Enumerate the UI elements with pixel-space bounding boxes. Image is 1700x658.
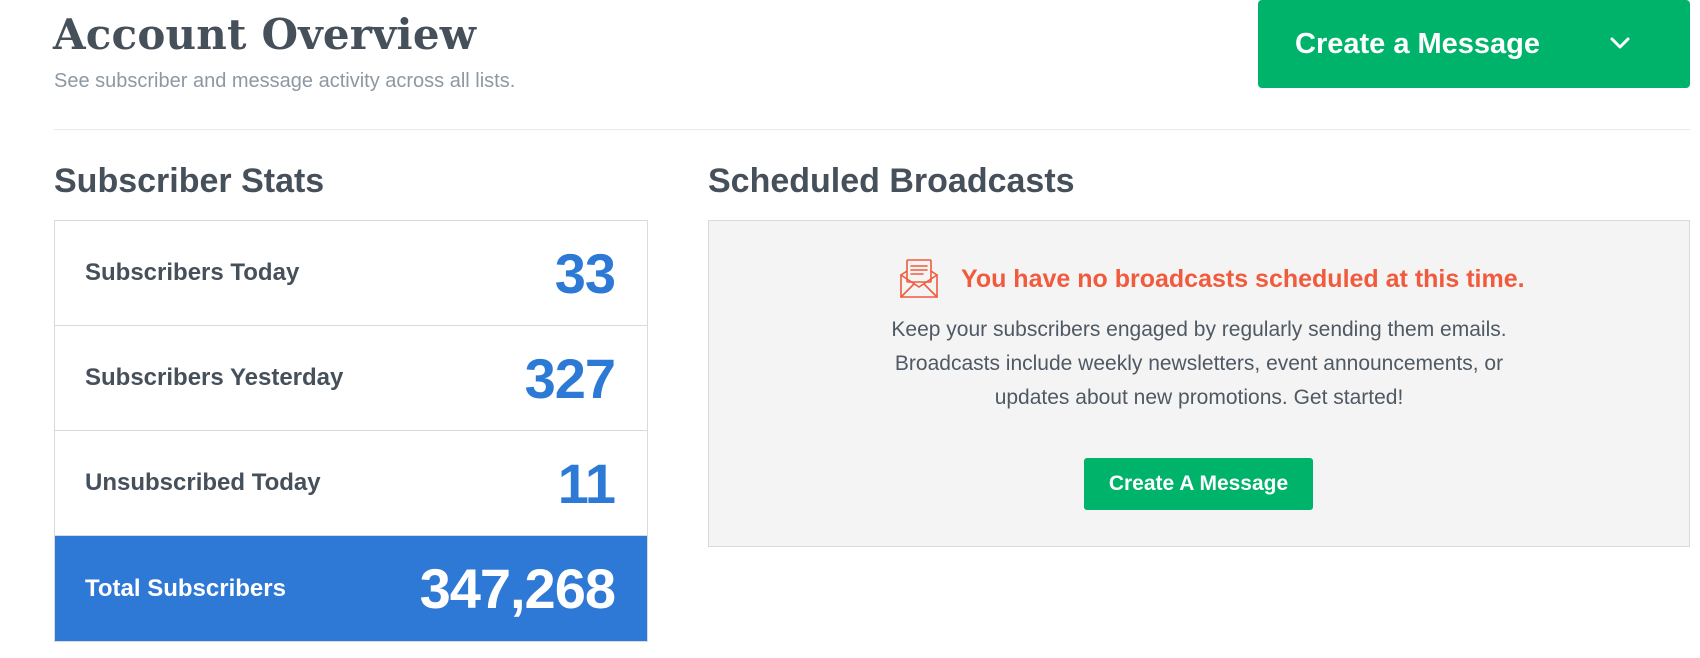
chevron-down-icon[interactable] bbox=[1608, 31, 1632, 55]
stat-value: 327 bbox=[524, 346, 616, 410]
header-divider bbox=[54, 129, 1690, 130]
scheduled-broadcasts-title: Scheduled Broadcasts bbox=[708, 162, 1075, 200]
empty-state-line: updates about new promotions. Get starte… bbox=[994, 386, 1404, 409]
subscriber-stats-table: Subscribers Today 33 Subscribers Yesterd… bbox=[54, 220, 648, 642]
stat-value: 11 bbox=[557, 451, 616, 515]
stat-value: 33 bbox=[554, 241, 616, 305]
stat-label: Subscribers Today bbox=[85, 259, 300, 286]
account-overview-page: Account Overview See subscriber and mess… bbox=[0, 0, 1700, 658]
envelope-newsletter-icon bbox=[900, 259, 938, 298]
empty-state-description: Keep your subscribers engaged by regular… bbox=[799, 313, 1599, 415]
empty-state-line: Broadcasts include weekly newsletters, e… bbox=[894, 352, 1504, 375]
stat-row-subscribers-yesterday: Subscribers Yesterday 327 bbox=[55, 326, 647, 431]
empty-state-header: You have no broadcasts scheduled at this… bbox=[897, 257, 1525, 301]
create-message-dropdown-button[interactable]: Create a Message bbox=[1258, 0, 1690, 88]
stat-value: 347,268 bbox=[419, 557, 616, 620]
create-message-button-label: Create a Message bbox=[1295, 27, 1541, 60]
stat-row-total-subscribers: Total Subscribers 347,268 bbox=[55, 536, 647, 641]
stat-row-unsubscribed-today: Unsubscribed Today 11 bbox=[55, 431, 647, 536]
empty-state-title: You have no broadcasts scheduled at this… bbox=[961, 264, 1525, 293]
stat-label: Total Subscribers bbox=[85, 574, 286, 602]
stat-label: Subscribers Yesterday bbox=[85, 364, 344, 391]
stat-row-subscribers-today: Subscribers Today 33 bbox=[55, 221, 647, 326]
scheduled-broadcasts-panel: You have no broadcasts scheduled at this… bbox=[708, 220, 1690, 547]
subscriber-stats-title: Subscriber Stats bbox=[54, 162, 325, 200]
empty-state-line: Keep your subscribers engaged by regular… bbox=[891, 318, 1507, 341]
create-a-message-button[interactable]: Create A Message bbox=[1084, 458, 1313, 510]
page-subtitle: See subscriber and message activity acro… bbox=[54, 70, 516, 92]
stat-label: Unsubscribed Today bbox=[85, 469, 321, 496]
page-title: Account Overview bbox=[53, 10, 477, 59]
